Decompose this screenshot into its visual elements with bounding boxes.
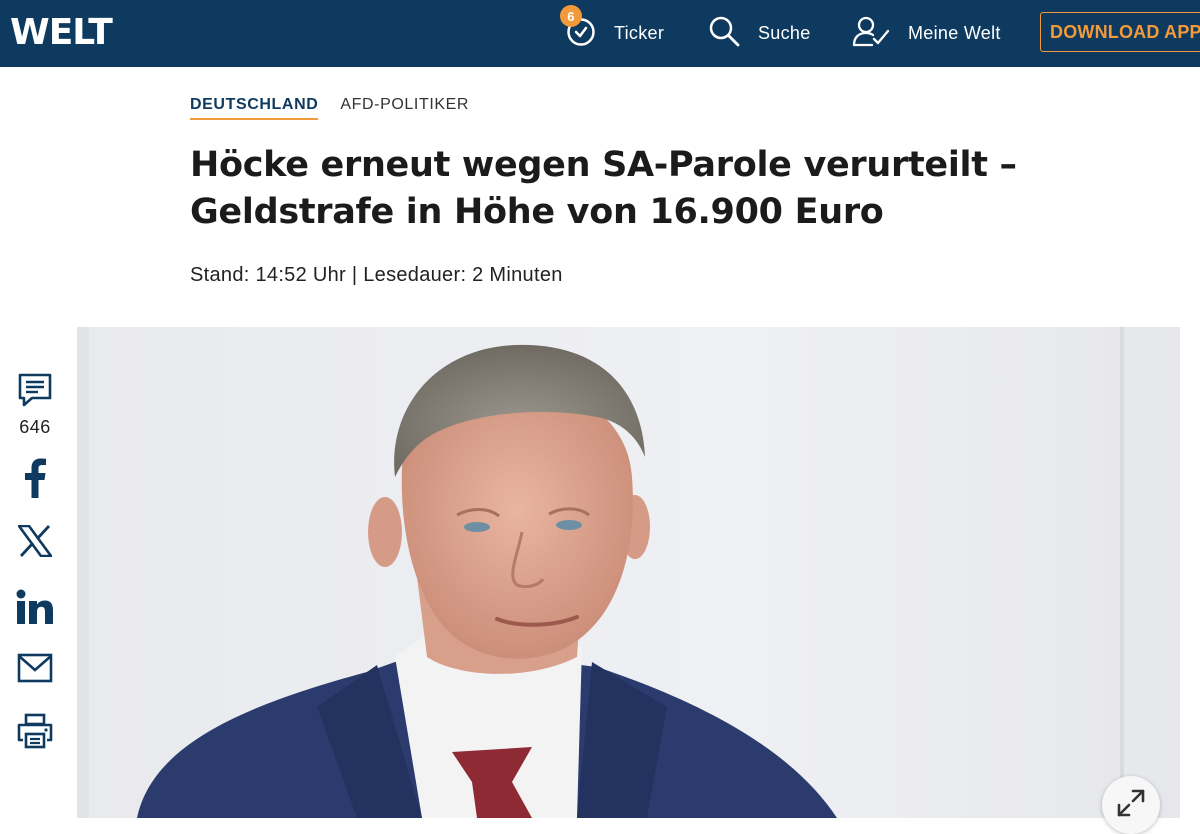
mail-share-button[interactable] [0,653,70,688]
portrait-photo [77,327,1180,818]
linkedin-share-button[interactable] [0,589,70,630]
expand-icon [1116,788,1146,823]
search-icon [708,15,740,52]
clock-icon: 6 [560,5,596,52]
meine-welt-label: Meine Welt [908,23,1001,43]
ticker-badge: 6 [560,5,582,27]
facebook-icon [23,458,47,503]
meine-welt-link[interactable]: Meine Welt [852,0,1001,67]
facebook-share-button[interactable] [0,458,70,503]
article-title: Höcke erneut wegen SA-Parole verurteilt … [190,145,1017,232]
top-navigation-bar: WELT 6 Ticker Suche Meine Welt DOWNLOAD … [0,0,1200,67]
print-button[interactable] [0,713,70,754]
x-icon [17,524,53,562]
linkedin-icon [16,589,54,630]
search-button[interactable]: Suche [708,0,811,67]
ticker-label: Ticker [614,23,665,43]
article-hero-image[interactable] [77,327,1180,818]
x-share-button[interactable] [0,524,70,562]
user-check-icon [852,15,890,52]
breadcrumb-topic[interactable]: AFD-POLITIKER [340,96,469,114]
comments-button[interactable]: 646 [0,372,70,438]
ticker-link[interactable]: 6 Ticker [560,0,665,67]
article-meta: Stand: 14:52 Uhr | Lesedauer: 2 Minuten [190,264,563,286]
breadcrumb-section[interactable]: DEUTSCHLAND [190,96,319,120]
comment-icon [16,372,54,413]
print-icon [17,713,53,754]
expand-image-button[interactable] [1102,776,1160,834]
breadcrumb: DEUTSCHLAND AFD-POLITIKER [190,96,469,120]
mail-icon [17,653,53,688]
comment-count: 646 [19,417,51,437]
search-label: Suche [758,23,811,43]
download-app-button[interactable]: DOWNLOAD APP [1040,12,1200,52]
welt-logo[interactable]: WELT [10,14,113,52]
